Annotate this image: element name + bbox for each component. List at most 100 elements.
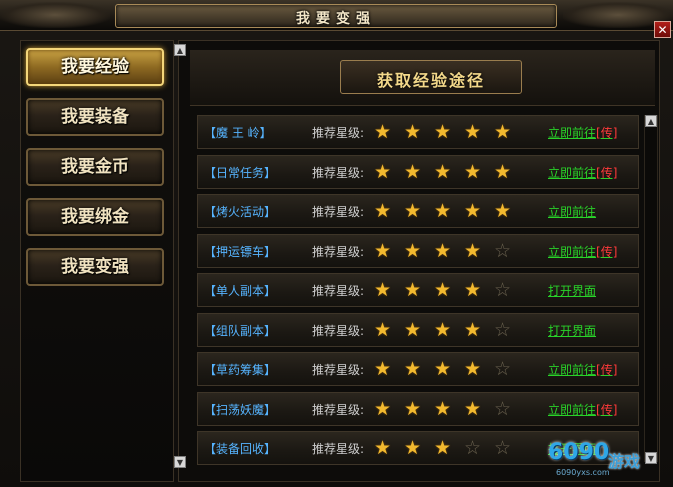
teleport-tag[interactable]: [传] bbox=[596, 126, 617, 140]
route-action-link[interactable]: 立即前往[传] bbox=[548, 164, 617, 181]
star-filled-icon: ★ bbox=[374, 240, 392, 262]
star-empty-icon: ☆ bbox=[494, 358, 512, 380]
route-list-scrollbar[interactable] bbox=[644, 115, 658, 462]
star-filled-icon: ★ bbox=[464, 398, 482, 420]
star-empty-icon: ☆ bbox=[494, 398, 512, 420]
star-filled-icon: ★ bbox=[404, 398, 422, 420]
window-title: 我要变强 bbox=[296, 11, 376, 27]
teleport-tag[interactable]: [传] bbox=[596, 166, 617, 180]
watermark-text: 游戏 bbox=[608, 452, 641, 471]
star-filled-icon: ★ bbox=[404, 279, 422, 301]
star-filled-icon: ★ bbox=[374, 200, 392, 222]
star-filled-icon: ★ bbox=[374, 319, 392, 341]
menu-item-bound-gold[interactable]: 我要绑金 bbox=[26, 198, 164, 236]
star-filled-icon: ★ bbox=[434, 279, 452, 301]
recommend-label: 推荐星级: bbox=[312, 403, 365, 417]
route-name: 【草药筹集】 bbox=[204, 363, 277, 377]
star-filled-icon: ★ bbox=[434, 358, 452, 380]
route-action-label: 打开界面 bbox=[548, 284, 597, 298]
route-row: 【魔 王 岭】 推荐星级: ★ ★ ★ ★ ★ 立即前往[传] bbox=[197, 115, 639, 149]
star-filled-icon: ★ bbox=[404, 240, 422, 262]
route-name: 【单人副本】 bbox=[204, 284, 277, 298]
route-action-link[interactable]: 立即前往[传] bbox=[548, 124, 617, 141]
route-name: 【魔 王 岭】 bbox=[204, 126, 272, 140]
route-action-link[interactable]: 打开界面 bbox=[548, 282, 596, 299]
route-action-link[interactable]: 立即前往[传] bbox=[548, 243, 617, 260]
recommend-label: 推荐星级: bbox=[312, 442, 365, 456]
content-header: 获取经验途径 bbox=[376, 71, 485, 90]
route-name: 【押运镖车】 bbox=[204, 245, 277, 259]
star-filled-icon: ★ bbox=[434, 121, 452, 143]
recommend-label: 推荐星级: bbox=[312, 205, 365, 219]
route-action-label: 立即前往 bbox=[548, 205, 597, 219]
left-scroll-up-button[interactable]: ▲ bbox=[174, 44, 186, 56]
star-filled-icon: ★ bbox=[494, 121, 512, 143]
route-name: 【装备回收】 bbox=[204, 442, 277, 456]
star-filled-icon: ★ bbox=[374, 121, 392, 143]
menu-item-gold[interactable]: 我要金币 bbox=[26, 148, 164, 186]
route-action-label: 立即前往 bbox=[548, 126, 597, 140]
recommend-label: 推荐星级: bbox=[312, 284, 365, 298]
recommend-label: 推荐星级: bbox=[312, 245, 365, 259]
route-name: 【扫荡妖魔】 bbox=[204, 403, 277, 417]
star-filled-icon: ★ bbox=[404, 358, 422, 380]
watermark-number: 6090 bbox=[548, 440, 610, 465]
route-row: 【组队副本】 推荐星级: ★ ★ ★ ★ ☆ 打开界面 bbox=[197, 313, 639, 347]
teleport-tag[interactable]: [传] bbox=[596, 403, 617, 417]
star-filled-icon: ★ bbox=[494, 161, 512, 183]
route-action-link[interactable]: 立即前往[传] bbox=[548, 401, 617, 418]
star-filled-icon: ★ bbox=[464, 200, 482, 222]
teleport-tag[interactable]: [传] bbox=[596, 245, 617, 259]
star-filled-icon: ★ bbox=[434, 240, 452, 262]
menu-item-equipment[interactable]: 我要装备 bbox=[26, 98, 164, 136]
star-empty-icon: ☆ bbox=[464, 437, 482, 459]
star-empty-icon: ☆ bbox=[494, 279, 512, 301]
route-action-link[interactable]: 立即前往[传] bbox=[548, 361, 617, 378]
route-name: 【日常任务】 bbox=[204, 166, 277, 180]
star-filled-icon: ★ bbox=[404, 121, 422, 143]
left-scroll-down-button[interactable]: ▼ bbox=[174, 456, 186, 468]
recommend-label: 推荐星级: bbox=[312, 126, 365, 140]
recommend-label: 推荐星级: bbox=[312, 324, 365, 338]
site-watermark: 6090 游戏 6090yxs.com bbox=[548, 440, 668, 480]
star-filled-icon: ★ bbox=[404, 437, 422, 459]
star-filled-icon: ★ bbox=[404, 161, 422, 183]
route-row: 【烤火活动】 推荐星级: ★ ★ ★ ★ ★ 立即前往 bbox=[197, 194, 639, 228]
route-action-link[interactable]: 打开界面 bbox=[548, 322, 596, 339]
teleport-tag[interactable]: [传] bbox=[596, 363, 617, 377]
star-filled-icon: ★ bbox=[464, 319, 482, 341]
content-header-plate: 获取经验途径 bbox=[340, 60, 522, 94]
close-button[interactable]: ✕ bbox=[654, 21, 671, 38]
list-scroll-up-button[interactable]: ▲ bbox=[645, 115, 657, 127]
star-filled-icon: ★ bbox=[464, 121, 482, 143]
star-empty-icon: ☆ bbox=[494, 319, 512, 341]
star-filled-icon: ★ bbox=[434, 200, 452, 222]
recommend-label: 推荐星级: bbox=[312, 363, 365, 377]
route-action-link[interactable]: 立即前往 bbox=[548, 203, 596, 220]
route-row: 【押运镖车】 推荐星级: ★ ★ ★ ★ ☆ 立即前往[传] bbox=[197, 234, 639, 268]
star-filled-icon: ★ bbox=[434, 437, 452, 459]
star-filled-icon: ★ bbox=[374, 398, 392, 420]
star-filled-icon: ★ bbox=[434, 319, 452, 341]
route-action-label: 立即前往 bbox=[548, 166, 597, 180]
route-row: 【日常任务】 推荐星级: ★ ★ ★ ★ ★ 立即前往[传] bbox=[197, 155, 639, 189]
menu-item-experience[interactable]: 我要经验 bbox=[26, 48, 164, 86]
route-action-label: 立即前往 bbox=[548, 245, 597, 259]
star-filled-icon: ★ bbox=[374, 161, 392, 183]
star-filled-icon: ★ bbox=[464, 161, 482, 183]
star-empty-icon: ☆ bbox=[494, 437, 512, 459]
menu-item-get-stronger[interactable]: 我要变强 bbox=[26, 248, 164, 286]
star-filled-icon: ★ bbox=[404, 200, 422, 222]
star-filled-icon: ★ bbox=[464, 358, 482, 380]
title-plate: 我要变强 bbox=[115, 4, 557, 28]
star-filled-icon: ★ bbox=[464, 279, 482, 301]
route-action-label: 立即前往 bbox=[548, 403, 597, 417]
star-filled-icon: ★ bbox=[464, 240, 482, 262]
star-filled-icon: ★ bbox=[434, 398, 452, 420]
route-name: 【组队副本】 bbox=[204, 324, 277, 338]
route-action-label: 立即前往 bbox=[548, 363, 597, 377]
star-filled-icon: ★ bbox=[374, 358, 392, 380]
route-row: 【扫荡妖魔】 推荐星级: ★ ★ ★ ★ ☆ 立即前往[传] bbox=[197, 392, 639, 426]
star-empty-icon: ☆ bbox=[494, 240, 512, 262]
game-window: 我要变强 ✕ 我要经验 我要装备 我要金币 我要绑金 我要变强 ▲ ▼ 获取经验… bbox=[0, 0, 673, 487]
